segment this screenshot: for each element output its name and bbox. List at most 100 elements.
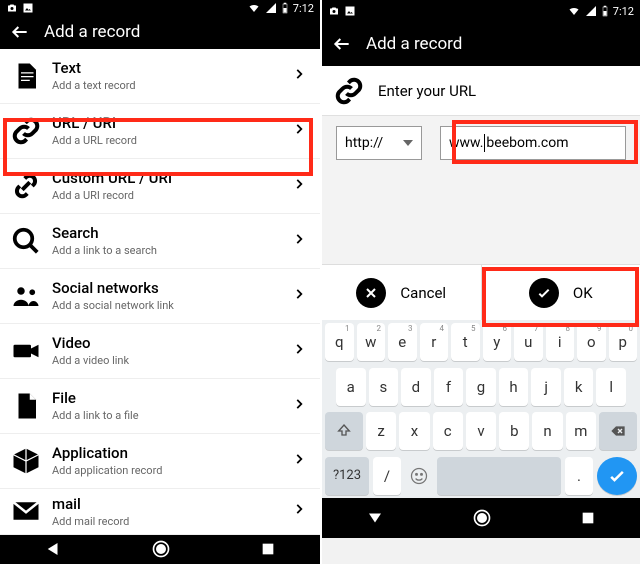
- nav-home-icon[interactable]: [472, 508, 492, 528]
- key-n[interactable]: n: [532, 412, 562, 450]
- row-video[interactable]: VideoAdd a video link: [0, 324, 320, 379]
- row-custom-url[interactable]: Custom URL / URIAdd a URI record: [0, 159, 320, 214]
- key-k[interactable]: k: [564, 368, 594, 406]
- row-sub: Add a link to a search: [52, 244, 292, 257]
- chevron-right-icon: [292, 122, 312, 140]
- nav-home-icon[interactable]: [151, 539, 171, 559]
- row-social[interactable]: Social networksAdd a social network link: [0, 269, 320, 324]
- url-dialog-title: Enter your URL: [378, 82, 476, 100]
- row-sub: Add a URI record: [52, 189, 292, 202]
- key-y[interactable]: y6: [483, 323, 512, 361]
- key-h[interactable]: h: [499, 368, 529, 406]
- row-title: Application: [52, 444, 292, 462]
- phone-left: 7:12 Add a record TextAdd a text record …: [0, 0, 320, 564]
- row-text[interactable]: TextAdd a text record: [0, 49, 320, 104]
- protocol-dropdown[interactable]: http://: [336, 126, 422, 160]
- chevron-right-icon: [292, 342, 312, 360]
- chevron-right-icon: [292, 397, 312, 415]
- key-a[interactable]: a: [336, 368, 366, 406]
- row-sub: Add a video link: [52, 354, 292, 367]
- link-icon: [8, 113, 44, 149]
- mail-icon: [8, 493, 44, 529]
- row-sub: Add mail record: [52, 515, 292, 528]
- file-icon: [8, 388, 44, 424]
- chevron-right-icon: [292, 232, 312, 250]
- key-l[interactable]: l: [596, 368, 626, 406]
- key-v[interactable]: v: [466, 412, 496, 450]
- url-dialog-header: Enter your URL: [322, 66, 640, 116]
- chevron-right-icon: [292, 67, 312, 85]
- row-sub: Add a URL record: [52, 134, 292, 147]
- keyboard-row-1: q1w2e3r4t5y6u7i8o9p0: [322, 320, 640, 365]
- key-x[interactable]: x: [399, 412, 429, 450]
- key-p[interactable]: p0: [609, 323, 638, 361]
- ok-label: OK: [573, 284, 593, 302]
- shift-key[interactable]: [325, 412, 363, 450]
- enter-key[interactable]: [597, 457, 637, 495]
- row-title: Search: [52, 224, 292, 242]
- row-title: mail: [52, 495, 292, 513]
- nav-back-icon[interactable]: [44, 540, 62, 558]
- row-sub: Add application record: [52, 464, 292, 477]
- text-icon: [8, 58, 44, 94]
- wifi-icon: [567, 5, 581, 17]
- back-icon[interactable]: [332, 34, 352, 54]
- key-g[interactable]: g: [466, 368, 496, 406]
- image-icon: [22, 2, 34, 14]
- protocol-value: http://: [345, 135, 383, 151]
- key-w[interactable]: w2: [357, 323, 386, 361]
- key-s[interactable]: s: [369, 368, 399, 406]
- dialog-spacer: [322, 170, 640, 264]
- url-input[interactable]: www.beebom.com: [440, 126, 626, 160]
- key-c[interactable]: c: [433, 412, 463, 450]
- keyboard-row-4: ?123 / .: [322, 454, 640, 499]
- key-m[interactable]: m: [566, 412, 596, 450]
- nav-recent-icon[interactable]: [580, 510, 596, 526]
- key-t[interactable]: t5: [451, 323, 480, 361]
- backspace-key[interactable]: [599, 412, 637, 450]
- video-icon: [8, 333, 44, 369]
- row-url[interactable]: URL / URIAdd a URL record: [0, 104, 320, 159]
- key-b[interactable]: b: [499, 412, 529, 450]
- key-j[interactable]: j: [531, 368, 561, 406]
- url-value-pre: www.: [449, 135, 483, 151]
- period-key[interactable]: .: [565, 457, 593, 495]
- chevron-right-icon: [292, 452, 312, 470]
- nav-keyboard-down-icon[interactable]: [366, 509, 384, 527]
- phone-right: 7:12 Add a record Enter your URL http://…: [320, 0, 640, 564]
- dialog-button-bar: Cancel OK: [322, 264, 640, 320]
- row-file[interactable]: FileAdd a link to a file: [0, 379, 320, 434]
- space-key[interactable]: [437, 457, 561, 495]
- back-icon[interactable]: [10, 22, 30, 42]
- cancel-icon: [356, 278, 386, 308]
- row-mail[interactable]: mail Add mail record: [0, 489, 320, 535]
- key-q[interactable]: q1: [325, 323, 354, 361]
- url-value-post: beebom.com: [486, 135, 568, 151]
- record-type-list: TextAdd a text record URL / URIAdd a URL…: [0, 49, 320, 535]
- nav-recent-icon[interactable]: [260, 541, 276, 557]
- nav-bar: [322, 498, 640, 538]
- key-z[interactable]: z: [366, 412, 396, 450]
- key-e[interactable]: e3: [388, 323, 417, 361]
- search-icon: [8, 223, 44, 259]
- emoji-key[interactable]: [405, 457, 433, 495]
- row-application[interactable]: Application Add application record: [0, 434, 320, 489]
- slash-key[interactable]: /: [373, 457, 401, 495]
- key-f[interactable]: f: [434, 368, 464, 406]
- cancel-button[interactable]: Cancel: [322, 265, 481, 320]
- key-i[interactable]: i8: [546, 323, 575, 361]
- key-u[interactable]: u7: [514, 323, 543, 361]
- ok-button[interactable]: OK: [481, 265, 640, 320]
- url-input-row: http:// www.beebom.com: [322, 116, 640, 170]
- nav-bar: [0, 535, 320, 564]
- signal-icon: [585, 5, 597, 17]
- row-search[interactable]: Search Add a link to a search: [0, 214, 320, 269]
- key-r[interactable]: r4: [420, 323, 449, 361]
- key-o[interactable]: o9: [577, 323, 606, 361]
- app-bar: Add a record: [322, 22, 640, 66]
- row-title: Social networks: [52, 279, 292, 297]
- chevron-right-icon: [292, 177, 312, 195]
- symbols-key[interactable]: ?123: [325, 457, 369, 495]
- key-d[interactable]: d: [401, 368, 431, 406]
- camera-icon: [6, 2, 18, 14]
